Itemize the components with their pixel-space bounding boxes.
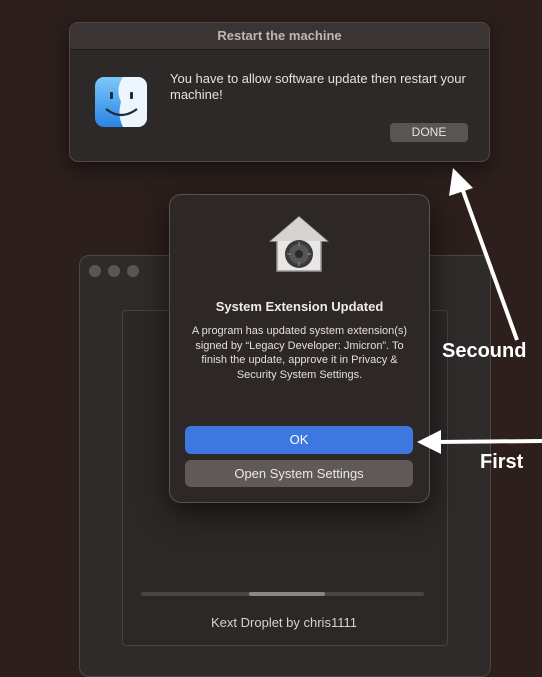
- second-arrow: [449, 168, 519, 341]
- second-annotation-label: Secound: [442, 340, 527, 362]
- first-annotation-label: First: [480, 451, 524, 473]
- annotation-arrows: [417, 168, 542, 454]
